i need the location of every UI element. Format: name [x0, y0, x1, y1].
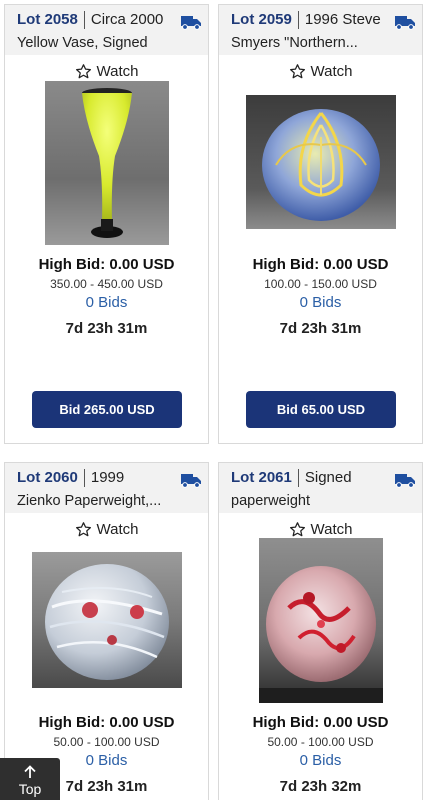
watch-button[interactable]: Watch [5, 518, 208, 540]
scroll-to-top-label: Top [18, 781, 42, 797]
time-remaining: 7d 23h 31m [65, 320, 148, 337]
title-separator [297, 469, 299, 487]
lot-card-header[interactable]: Lot 2061 Signed paperweight [219, 463, 422, 513]
estimate: 350.00 - 450.00 USD [50, 277, 163, 291]
lot-card-header[interactable]: Lot 2059 1996 Steve Smyers "Northern... [219, 5, 422, 55]
truck-icon [181, 16, 201, 30]
lot-card: Lot 2059 1996 Steve Smyers "Northern... … [218, 4, 423, 444]
scroll-to-top-button[interactable]: Top [0, 758, 60, 800]
estimate: 50.00 - 100.00 USD [267, 735, 374, 749]
watch-button[interactable]: Watch [5, 60, 208, 82]
lot-title-continued[interactable]: Zienko Paperweight,... [17, 492, 200, 510]
star-outline-icon [75, 63, 91, 78]
bid-button[interactable]: Bid 65.00 USD [246, 391, 396, 428]
lot-bid-info: High Bid: 0.00 USD 100.00 - 150.00 USD 0… [219, 256, 422, 338]
bids-count-link[interactable]: 0 Bids [219, 294, 422, 312]
estimate: 50.00 - 100.00 USD [53, 735, 160, 749]
lot-image[interactable] [259, 538, 383, 703]
lot-card: Lot 2061 Signed paperweight Watch High B… [218, 462, 423, 800]
lot-title[interactable]: 1996 Steve [305, 11, 381, 29]
bid-button[interactable]: Bid 265.00 USD [32, 391, 182, 428]
time-remaining: 7d 23h 32m [279, 778, 362, 795]
title-separator [83, 469, 85, 487]
lot-card: Lot 2058 Circa 2000 Yellow Vase, Signed … [4, 4, 209, 444]
truck-icon [181, 474, 201, 488]
bids-count-link[interactable]: 0 Bids [219, 752, 422, 770]
watch-label: Watch [310, 62, 353, 80]
lot-number[interactable]: Lot 2061 [231, 469, 292, 487]
lot-number[interactable]: Lot 2058 [17, 11, 78, 29]
watch-label: Watch [96, 520, 139, 538]
lot-image[interactable] [32, 552, 182, 688]
title-separator [83, 11, 85, 29]
watch-button[interactable]: Watch [219, 518, 422, 540]
lot-title[interactable]: Circa 2000 [91, 11, 164, 29]
lot-card: Lot 2060 1999 Zienko Paperweight,... Wat… [4, 462, 209, 800]
time-remaining: 7d 23h 31m [279, 320, 362, 337]
bids-count-link[interactable]: 0 Bids [5, 294, 208, 312]
high-bid: High Bid: 0.00 USD [38, 714, 175, 731]
lot-title[interactable]: Signed [305, 469, 352, 487]
lot-number[interactable]: Lot 2060 [17, 469, 78, 487]
star-outline-icon [75, 521, 91, 536]
lot-title[interactable]: 1999 [91, 469, 124, 487]
high-bid: High Bid: 0.00 USD [252, 714, 389, 731]
truck-icon [395, 16, 415, 30]
star-outline-icon [289, 521, 305, 536]
lot-bid-info: High Bid: 0.00 USD 50.00 - 100.00 USD 0 … [219, 714, 422, 796]
high-bid: High Bid: 0.00 USD [38, 256, 175, 273]
lot-title-continued[interactable]: paperweight [231, 492, 414, 510]
star-outline-icon [289, 63, 305, 78]
truck-icon [395, 474, 415, 488]
title-separator [297, 11, 299, 29]
watch-button[interactable]: Watch [219, 60, 422, 82]
watch-label: Watch [310, 520, 353, 538]
lot-image[interactable] [45, 81, 169, 245]
estimate: 100.00 - 150.00 USD [264, 277, 377, 291]
watch-label: Watch [96, 62, 139, 80]
lot-title-continued[interactable]: Smyers "Northern... [231, 34, 414, 52]
lot-bid-info: High Bid: 0.00 USD 350.00 - 450.00 USD 0… [5, 256, 208, 338]
arrow-up-icon [24, 765, 36, 778]
high-bid: High Bid: 0.00 USD [252, 256, 389, 273]
lot-image[interactable] [246, 95, 396, 229]
lot-card-header[interactable]: Lot 2060 1999 Zienko Paperweight,... [5, 463, 208, 513]
lot-card-header[interactable]: Lot 2058 Circa 2000 Yellow Vase, Signed [5, 5, 208, 55]
lot-number[interactable]: Lot 2059 [231, 11, 292, 29]
lot-title-continued[interactable]: Yellow Vase, Signed [17, 34, 200, 52]
